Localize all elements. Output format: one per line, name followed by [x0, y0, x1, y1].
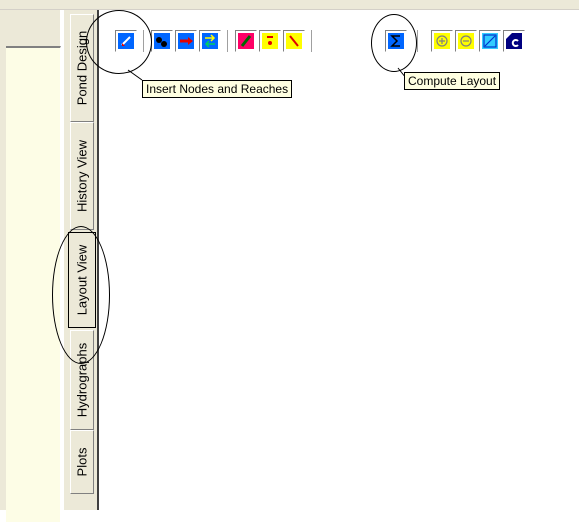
yellow-marker-button[interactable]	[259, 30, 281, 52]
tab-label: History View	[74, 139, 90, 213]
toolbar	[99, 22, 579, 62]
left-panel	[0, 10, 61, 522]
sigma-icon	[388, 33, 404, 49]
yellow-marker-icon	[262, 33, 278, 49]
zoom-in-button[interactable]	[431, 30, 453, 52]
pink-tool-button[interactable]	[235, 30, 257, 52]
tab-label: Pond Design	[74, 30, 90, 106]
zoom-in-icon	[434, 33, 450, 49]
toolbar-separator	[143, 30, 147, 52]
tab-label: Hydrographs	[74, 342, 90, 418]
left-panel-content	[6, 46, 61, 522]
insert-nodes-reaches-icon	[118, 33, 134, 49]
swap-icon	[202, 33, 218, 49]
node-button[interactable]	[151, 30, 173, 52]
tab-pond-design[interactable]: Pond Design	[70, 14, 94, 122]
compute-layout-button[interactable]	[385, 30, 407, 52]
swap-button[interactable]	[199, 30, 221, 52]
tab-label: Plots	[74, 447, 90, 477]
tab-history-view[interactable]: History View	[70, 122, 94, 230]
c-icon	[506, 33, 522, 49]
zoom-out-icon	[458, 33, 474, 49]
toolbar-separator	[417, 30, 421, 52]
insert-tooltip: Insert Nodes and Reaches	[142, 80, 293, 98]
tab-label: Layout View	[74, 244, 90, 316]
fit-button[interactable]	[479, 30, 501, 52]
yellow-slash-icon	[286, 33, 302, 49]
fit-icon	[482, 33, 498, 49]
toolbar-separator	[311, 30, 315, 52]
tab-hydrographs[interactable]: Hydrographs	[70, 330, 94, 430]
tab-layout-view[interactable]: Layout View	[68, 232, 96, 328]
zoom-out-button[interactable]	[455, 30, 477, 52]
c-button[interactable]	[503, 30, 525, 52]
insert-nodes-reaches-button[interactable]	[115, 30, 137, 52]
reach-button[interactable]	[175, 30, 197, 52]
node-icon	[154, 33, 170, 49]
reach-arrow-icon	[178, 33, 194, 49]
pink-tool-icon	[238, 33, 254, 49]
compute-tooltip: Compute Layout	[404, 72, 501, 90]
tab-plots[interactable]: Plots	[70, 430, 94, 494]
title-bar-strip	[0, 0, 579, 10]
yellow-slash-button[interactable]	[283, 30, 305, 52]
toolbar-separator	[227, 30, 231, 52]
